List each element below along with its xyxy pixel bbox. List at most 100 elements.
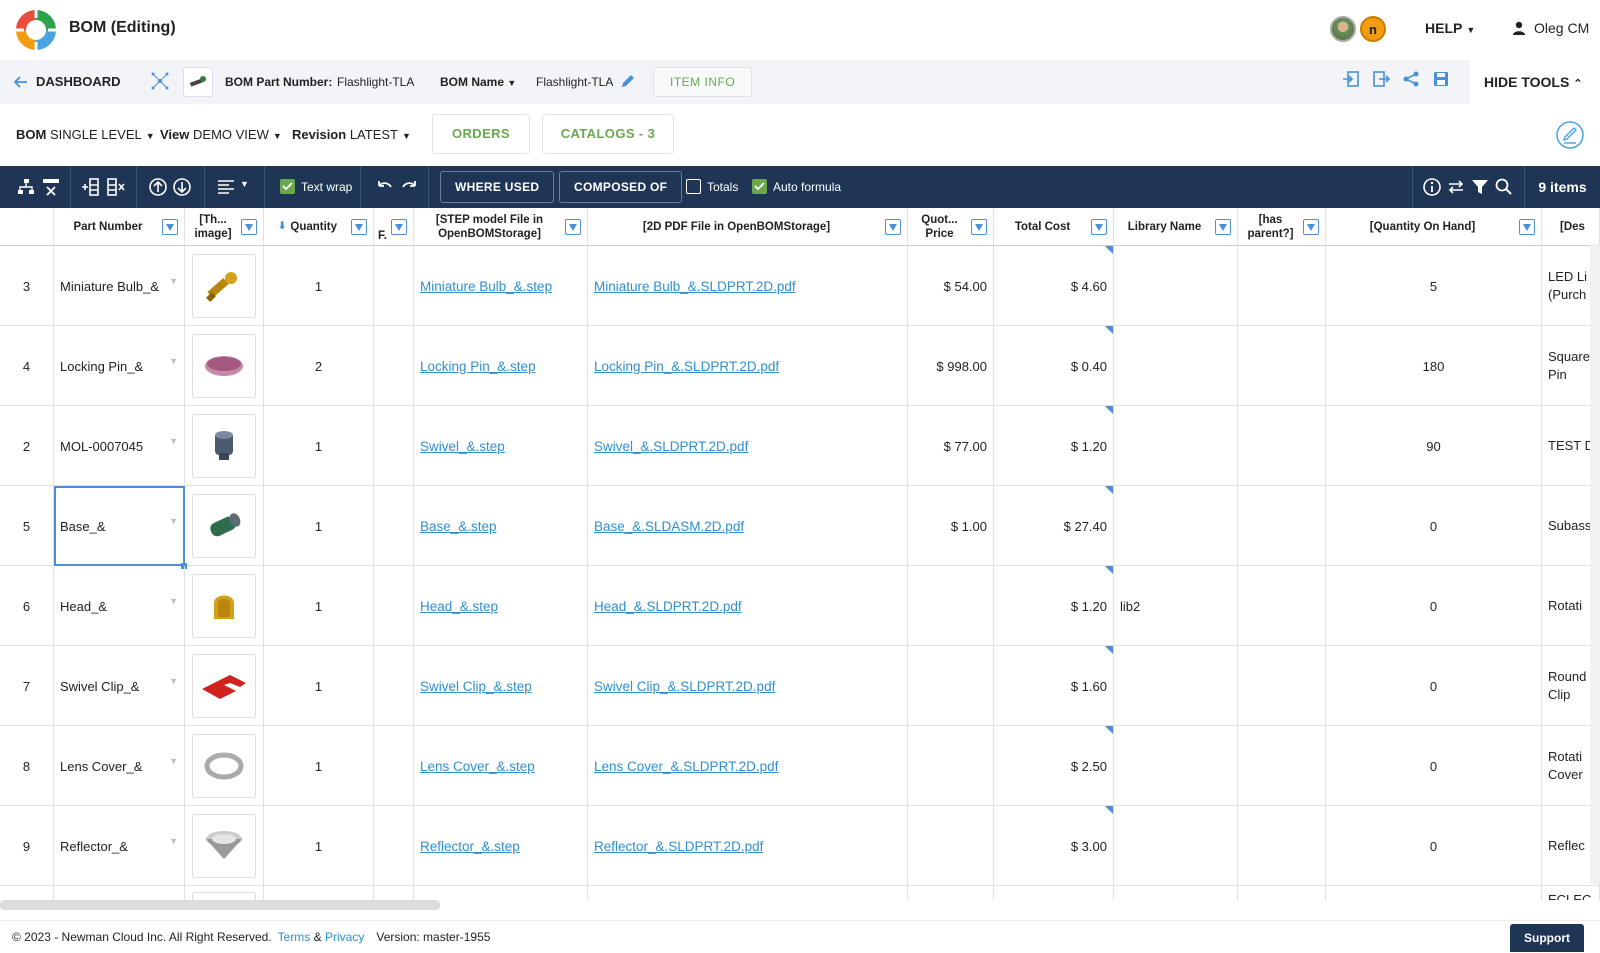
- composed-of-button[interactable]: COMPOSED OF: [559, 171, 683, 203]
- qty-on-hand-cell[interactable]: 0: [1326, 646, 1542, 726]
- pdf-file-link[interactable]: Head_&.SLDPRT.2D.pdf: [594, 599, 742, 614]
- column-header-f[interactable]: F.: [374, 208, 414, 246]
- f-cell[interactable]: [374, 486, 414, 566]
- description-cell[interactable]: ECLEC: [1542, 886, 1600, 900]
- thumbnail-cell[interactable]: [185, 326, 264, 406]
- thumbnail-image[interactable]: [192, 814, 256, 878]
- filter-icon[interactable]: [391, 219, 407, 235]
- thumbnail-image[interactable]: [192, 494, 256, 558]
- step-file-cell[interactable]: [414, 886, 588, 900]
- has-parent-cell[interactable]: [1238, 806, 1326, 886]
- f-cell[interactable]: [374, 406, 414, 486]
- f-cell[interactable]: [374, 726, 414, 806]
- step-file-cell[interactable]: Swivel Clip_&.step: [414, 646, 588, 726]
- filter-icon[interactable]: [1215, 219, 1231, 235]
- quote-price-cell[interactable]: [908, 726, 994, 806]
- openbom-logo[interactable]: [14, 8, 58, 52]
- remove-hierarchy-icon[interactable]: [41, 177, 61, 197]
- pdf-file-link[interactable]: Reflector_&.SLDPRT.2D.pdf: [594, 839, 763, 854]
- quantity-cell[interactable]: 1: [264, 566, 374, 646]
- pdf-file-link[interactable]: Miniature Bulb_&.SLDPRT.2D.pdf: [594, 279, 796, 294]
- orders-button[interactable]: ORDERS: [432, 114, 530, 154]
- table-row[interactable]: 4 Locking Pin_& ▼ 2 Locking Pin_&.step Lockin…: [0, 326, 1600, 406]
- row-number-cell[interactable]: 3: [0, 246, 54, 326]
- share-icon[interactable]: [1402, 70, 1420, 88]
- column-header-part-number[interactable]: Part Number: [54, 208, 185, 246]
- quote-price-cell[interactable]: [908, 646, 994, 726]
- step-file-link[interactable]: Swivel_&.step: [420, 439, 505, 454]
- pdf-file-cell[interactable]: Miniature Bulb_&.SLDPRT.2D.pdf: [588, 246, 908, 326]
- thumbnail-image[interactable]: [192, 734, 256, 798]
- has-parent-cell[interactable]: [1238, 726, 1326, 806]
- move-down-icon[interactable]: [172, 177, 192, 197]
- thumbnail-image[interactable]: [192, 892, 256, 900]
- thumbnail-cell[interactable]: [185, 566, 264, 646]
- swap-icon[interactable]: [1446, 177, 1466, 197]
- part-number-cell[interactable]: Miniature Bulb_& ▼: [54, 246, 185, 326]
- privacy-link[interactable]: Privacy: [325, 930, 364, 944]
- total-cost-cell[interactable]: $ 2.50: [994, 726, 1114, 806]
- align-icon[interactable]: [216, 177, 236, 197]
- library-name-cell[interactable]: [1114, 806, 1238, 886]
- thumbnail-cell[interactable]: [185, 486, 264, 566]
- library-name-cell[interactable]: [1114, 726, 1238, 806]
- library-name-cell[interactable]: [1114, 246, 1238, 326]
- thumbnail-image[interactable]: [192, 654, 256, 718]
- thumbnail-cell[interactable]: [185, 406, 264, 486]
- has-parent-cell[interactable]: [1238, 566, 1326, 646]
- f-cell[interactable]: [374, 886, 414, 900]
- total-cost-cell[interactable]: $ 4.60: [994, 246, 1114, 326]
- step-file-cell[interactable]: Locking Pin_&.step: [414, 326, 588, 406]
- row-number-cell[interactable]: 2: [0, 406, 54, 486]
- chevron-down-icon[interactable]: ▼: [169, 356, 178, 366]
- row-number-cell[interactable]: 4: [0, 326, 54, 406]
- info-icon[interactable]: [1422, 177, 1442, 197]
- row-number-cell[interactable]: 6: [0, 566, 54, 646]
- filter-icon[interactable]: [885, 219, 901, 235]
- hierarchy-icon[interactable]: [16, 177, 36, 197]
- thumbnail-image[interactable]: [192, 414, 256, 478]
- pdf-file-link[interactable]: Base_&.SLDASM.2D.pdf: [594, 519, 744, 534]
- thumbnail-cell[interactable]: [185, 886, 264, 900]
- library-name-cell[interactable]: [1114, 646, 1238, 726]
- pdf-file-cell[interactable]: [588, 886, 908, 900]
- avatar[interactable]: [1330, 16, 1356, 42]
- quantity-cell[interactable]: 2: [264, 326, 374, 406]
- thumbnail-cell[interactable]: [185, 646, 264, 726]
- library-name-cell[interactable]: [1114, 486, 1238, 566]
- part-number-cell[interactable]: MOL-0007045 ▼: [54, 406, 185, 486]
- quantity-cell[interactable]: 1: [264, 406, 374, 486]
- column-header-thumbnail[interactable]: [Th... image]: [185, 208, 264, 246]
- table-row[interactable]: 5 Base_& ▼ 1 Base_&.step Base_&.SLDASM.2D.pdf…: [0, 486, 1600, 569]
- add-row-icon[interactable]: [80, 177, 100, 197]
- horizontal-scrollbar[interactable]: [0, 900, 440, 910]
- item-info-button[interactable]: ITEM INFO: [653, 67, 753, 97]
- step-file-cell[interactable]: Swivel_&.step: [414, 406, 588, 486]
- totals-checkbox[interactable]: Totals: [686, 179, 738, 194]
- part-number-cell[interactable]: Swivel Clip_& ▼: [54, 646, 185, 726]
- chevron-down-icon[interactable]: ▼: [169, 436, 178, 446]
- bom-type-dropdown[interactable]: BOM SINGLE LEVEL ▼: [16, 127, 155, 142]
- move-up-icon[interactable]: [148, 177, 168, 197]
- qty-on-hand-cell[interactable]: 5: [1326, 246, 1542, 326]
- pdf-file-cell[interactable]: Base_&.SLDASM.2D.pdf: [588, 486, 908, 566]
- has-parent-cell[interactable]: [1238, 326, 1326, 406]
- quote-price-cell[interactable]: [908, 806, 994, 886]
- pdf-file-link[interactable]: Lens Cover_&.SLDPRT.2D.pdf: [594, 759, 778, 774]
- quote-price-cell[interactable]: [908, 566, 994, 646]
- total-cost-cell[interactable]: [994, 886, 1114, 900]
- f-cell[interactable]: [374, 326, 414, 406]
- column-header-quote-price[interactable]: Quot... Price: [908, 208, 994, 246]
- pdf-file-cell[interactable]: Reflector_&.SLDPRT.2D.pdf: [588, 806, 908, 886]
- column-header-pdf-file[interactable]: [2D PDF File in OpenBOMStorage]: [588, 208, 908, 246]
- column-header-qty-on-hand[interactable]: [Quantity On Hand]: [1326, 208, 1542, 246]
- save-icon[interactable]: [1432, 70, 1450, 88]
- avatar[interactable]: n: [1360, 16, 1386, 42]
- part-number-cell[interactable]: Reflector_& ▼: [54, 806, 185, 886]
- column-header-total-cost[interactable]: Total Cost: [994, 208, 1114, 246]
- pdf-file-cell[interactable]: Swivel Clip_&.SLDPRT.2D.pdf: [588, 646, 908, 726]
- terms-link[interactable]: Terms: [278, 930, 311, 944]
- search-icon[interactable]: [1494, 177, 1514, 197]
- quantity-cell[interactable]: 1: [264, 726, 374, 806]
- text-wrap-checkbox[interactable]: Text wrap: [280, 179, 352, 194]
